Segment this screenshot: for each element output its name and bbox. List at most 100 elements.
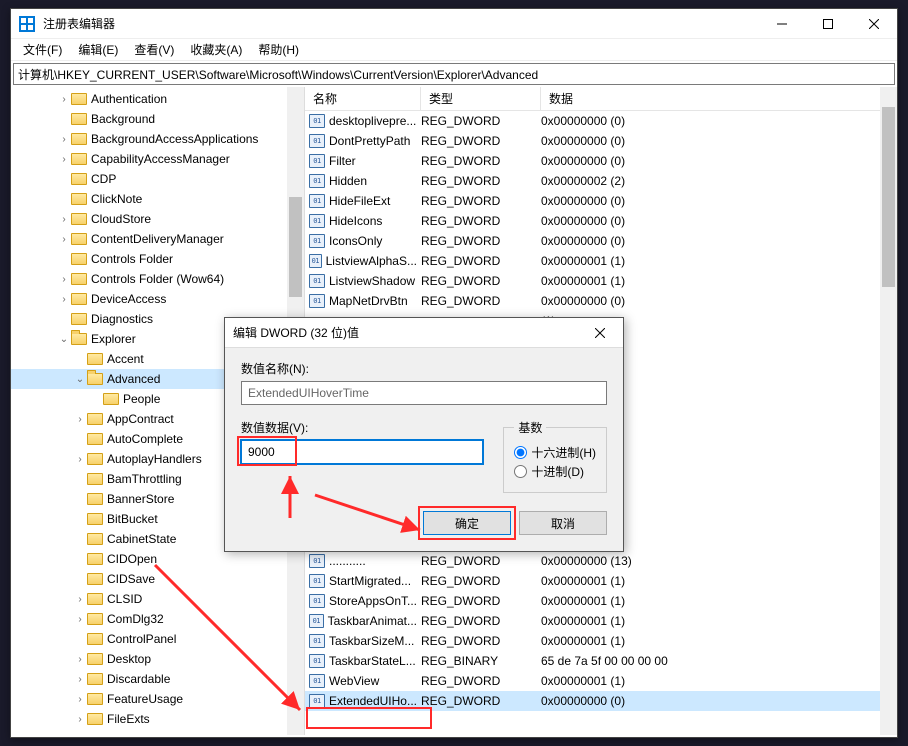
ok-button[interactable]: 确定 (423, 511, 511, 535)
treeview-chevron-icon[interactable]: › (73, 714, 87, 725)
name-input[interactable] (241, 381, 607, 405)
radio-hex[interactable] (514, 446, 527, 459)
menu-file[interactable]: 文件(F) (15, 39, 70, 60)
col-name[interactable]: 名称 (305, 87, 421, 110)
dword-icon (309, 294, 325, 308)
value-data: 0x00000001 (1) (537, 594, 897, 608)
list-row[interactable]: DontPrettyPathREG_DWORD0x00000000 (0) (305, 131, 897, 151)
list-row[interactable]: WebViewREG_DWORD0x00000001 (1) (305, 671, 897, 691)
tree-label: ContentDeliveryManager (91, 232, 224, 246)
list-row[interactable]: ...........REG_DWORD0x00000000 (13) (305, 551, 897, 571)
list-scrollbar[interactable] (880, 87, 897, 735)
treeview-chevron-icon[interactable]: › (73, 594, 87, 605)
folder-icon (87, 633, 103, 645)
dialog-close-button[interactable] (577, 318, 623, 348)
tree-item[interactable]: ›Desktop (11, 649, 304, 669)
treeview-chevron-icon[interactable]: › (57, 214, 71, 225)
list-row[interactable]: TaskbarSizeM...REG_DWORD0x00000001 (1) (305, 631, 897, 651)
tree-item[interactable]: › ContentDeliveryManager (11, 229, 304, 249)
folder-icon (87, 373, 103, 385)
list-row[interactable]: HiddenREG_DWORD0x00000002 (2) (305, 171, 897, 191)
value-data: 0x00000001 (1) (537, 674, 897, 688)
folder-icon (103, 393, 119, 405)
tree-item[interactable]: CIDSave (11, 569, 304, 589)
tree-item[interactable]: ›CapabilityAccessManager (11, 149, 304, 169)
tree-item[interactable]: ›Discardable (11, 669, 304, 689)
value-name: StoreAppsOnT... (329, 594, 417, 608)
tree-item[interactable]: CDP (11, 169, 304, 189)
folder-icon (71, 193, 87, 205)
folder-icon (87, 613, 103, 625)
menu-edit[interactable]: 编辑(E) (70, 39, 126, 60)
tree-item[interactable]: Controls Folder (11, 249, 304, 269)
treeview-chevron-icon[interactable]: › (57, 234, 71, 245)
value-name: StartMigrated... (329, 574, 411, 588)
radio-dec[interactable] (514, 465, 527, 478)
treeview-chevron-icon[interactable]: › (57, 154, 71, 165)
treeview-chevron-icon[interactable]: › (73, 674, 87, 685)
list-row[interactable]: IconsOnlyREG_DWORD0x00000000 (0) (305, 231, 897, 251)
treeview-chevron-icon[interactable]: › (57, 274, 71, 285)
treeview-chevron-icon[interactable]: › (57, 94, 71, 105)
tree-item[interactable]: ›ComDlg32 (11, 609, 304, 629)
value-data: 0x00000000 (0) (537, 694, 897, 708)
list-row[interactable]: MapNetDrvBtnREG_DWORD0x00000000 (0) (305, 291, 897, 311)
tree-item[interactable]: ClickNote (11, 189, 304, 209)
treeview-chevron-icon[interactable]: › (73, 454, 87, 465)
tree-item[interactable]: ›CLSID (11, 589, 304, 609)
treeview-chevron-icon[interactable]: ⌄ (73, 374, 87, 385)
close-button[interactable] (851, 9, 897, 39)
base-fieldset: 基数 十六进制(H) 十进制(D) (503, 419, 607, 493)
tree-item[interactable]: Background (11, 109, 304, 129)
list-row[interactable]: TaskbarAnimat...REG_DWORD0x00000001 (1) (305, 611, 897, 631)
list-row[interactable]: TaskbarStateL...REG_BINARY65 de 7a 5f 00… (305, 651, 897, 671)
menubar: 文件(F) 编辑(E) 查看(V) 收藏夹(A) 帮助(H) (11, 39, 897, 61)
menu-fav[interactable]: 收藏夹(A) (182, 39, 250, 60)
list-row[interactable]: ExtendedUIHo...REG_DWORD0x00000000 (0) (305, 691, 897, 711)
tree-item[interactable]: CIDOpen (11, 549, 304, 569)
cancel-button[interactable]: 取消 (519, 511, 607, 535)
col-type[interactable]: 类型 (421, 87, 541, 110)
tree-item[interactable]: ›FeatureUsage (11, 689, 304, 709)
value-type: REG_DWORD (417, 114, 537, 128)
maximize-button[interactable] (805, 9, 851, 39)
menu-view[interactable]: 查看(V) (126, 39, 182, 60)
treeview-chevron-icon[interactable]: › (73, 414, 87, 425)
treeview-chevron-icon[interactable]: › (57, 294, 71, 305)
list-row[interactable]: FilterREG_DWORD0x00000000 (0) (305, 151, 897, 171)
treeview-chevron-icon[interactable]: › (73, 614, 87, 625)
tree-item[interactable]: ›Authentication (11, 89, 304, 109)
value-input[interactable] (241, 440, 483, 464)
tree-label: AppContract (107, 412, 174, 426)
list-row[interactable]: ListviewAlphaS...REG_DWORD0x00000001 (1) (305, 251, 897, 271)
value-data: 0x00000001 (1) (537, 614, 897, 628)
folder-icon (87, 653, 103, 665)
value-type: REG_DWORD (417, 694, 537, 708)
treeview-chevron-icon[interactable]: › (73, 694, 87, 705)
tree-item[interactable]: ›CloudStore (11, 209, 304, 229)
value-data: 0x00000000 (0) (537, 194, 897, 208)
tree-item[interactable]: ›DeviceAccess (11, 289, 304, 309)
list-row[interactable]: desktoplivepre...REG_DWORD0x00000000 (0) (305, 111, 897, 131)
value-type: REG_DWORD (417, 614, 537, 628)
treeview-chevron-icon[interactable]: ⌄ (57, 334, 71, 345)
tree-item[interactable]: ›FileExts (11, 709, 304, 729)
tree-item[interactable]: ControlPanel (11, 629, 304, 649)
folder-icon (87, 433, 103, 445)
value-data: 65 de 7a 5f 00 00 00 00 (537, 654, 897, 668)
value-type: REG_DWORD (417, 174, 537, 188)
address-bar[interactable]: 计算机\HKEY_CURRENT_USER\Software\Microsoft… (13, 63, 895, 85)
folder-icon (87, 453, 103, 465)
treeview-chevron-icon[interactable]: › (57, 134, 71, 145)
col-data[interactable]: 数据 (541, 87, 897, 110)
list-row[interactable]: ListviewShadowREG_DWORD0x00000001 (1) (305, 271, 897, 291)
list-row[interactable]: StoreAppsOnT...REG_DWORD0x00000001 (1) (305, 591, 897, 611)
list-row[interactable]: HideIconsREG_DWORD0x00000000 (0) (305, 211, 897, 231)
tree-item[interactable]: ›Controls Folder (Wow64) (11, 269, 304, 289)
menu-help[interactable]: 帮助(H) (250, 39, 307, 60)
tree-item[interactable]: ›BackgroundAccessApplications (11, 129, 304, 149)
treeview-chevron-icon[interactable]: › (73, 654, 87, 665)
minimize-button[interactable] (759, 9, 805, 39)
list-row[interactable]: StartMigrated...REG_DWORD0x00000001 (1) (305, 571, 897, 591)
list-row[interactable]: HideFileExtREG_DWORD0x00000000 (0) (305, 191, 897, 211)
